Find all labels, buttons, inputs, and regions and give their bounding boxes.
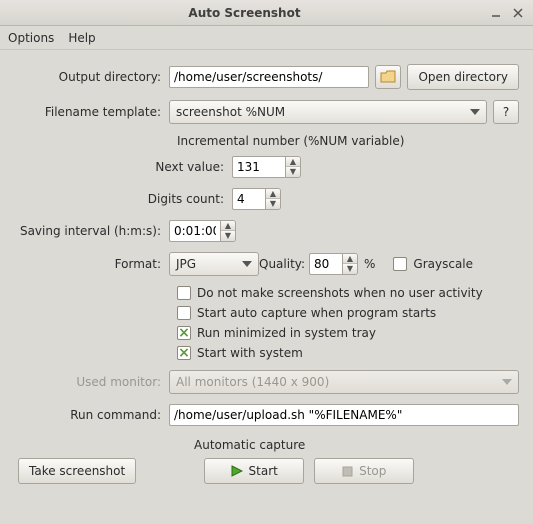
label-incremental: Incremental number (%NUM variable) (177, 134, 519, 148)
start-button[interactable]: Start (204, 458, 304, 484)
spin-down-icon[interactable]: ▼ (343, 264, 357, 274)
spin-up-icon[interactable]: ▲ (266, 189, 280, 199)
close-button[interactable] (509, 5, 527, 21)
chevron-down-icon (502, 379, 512, 385)
next-value-spinner[interactable]: ▲▼ (232, 156, 301, 178)
label-used-monitor: Used monitor: (14, 375, 169, 389)
titlebar: Auto Screenshot (0, 0, 533, 26)
chevron-down-icon (470, 109, 480, 115)
auto-start-checkbox[interactable] (177, 306, 191, 320)
label-next-value: Next value: (14, 160, 232, 174)
label-start-system: Start with system (197, 346, 303, 360)
browse-button[interactable] (375, 65, 401, 89)
label-minimized-tray: Run minimized in system tray (197, 326, 376, 340)
minimize-button[interactable] (487, 5, 505, 21)
label-auto-start: Start auto capture when program starts (197, 306, 436, 320)
used-monitor-combo: All monitors (1440 x 900) (169, 370, 519, 394)
folder-icon (380, 70, 396, 84)
grayscale-checkbox[interactable] (393, 257, 407, 271)
stop-icon (342, 466, 353, 477)
spin-down-icon[interactable]: ▼ (221, 231, 235, 241)
stop-button: Stop (314, 458, 414, 484)
spin-up-icon[interactable]: ▲ (343, 254, 357, 264)
window-title: Auto Screenshot (6, 6, 483, 20)
chevron-down-icon (242, 261, 252, 267)
label-output-dir: Output directory: (14, 70, 169, 84)
format-combo[interactable]: JPG (169, 252, 259, 276)
template-help-button[interactable]: ? (493, 100, 519, 124)
label-digits-count: Digits count: (14, 192, 232, 206)
menu-options[interactable]: Options (8, 31, 54, 45)
run-command-input[interactable] (169, 404, 519, 426)
label-filename-template: Filename template: (14, 105, 169, 119)
digits-count-spinner[interactable]: ▲▼ (232, 188, 281, 210)
spin-down-icon[interactable]: ▼ (266, 199, 280, 209)
label-run-command: Run command: (14, 408, 169, 422)
output-dir-input[interactable] (169, 66, 369, 88)
play-icon (231, 465, 243, 477)
no-activity-checkbox[interactable] (177, 286, 191, 300)
menubar: Options Help (0, 26, 533, 50)
saving-interval-spinner[interactable]: ▲▼ (169, 220, 236, 242)
label-format: Format: (14, 257, 169, 271)
label-no-activity: Do not make screenshots when no user act… (197, 286, 483, 300)
minimized-tray-checkbox[interactable] (177, 326, 191, 340)
label-saving-interval: Saving interval (h:m:s): (14, 224, 169, 238)
label-auto-capture: Automatic capture (194, 438, 519, 452)
spin-up-icon[interactable]: ▲ (221, 221, 235, 231)
spin-up-icon[interactable]: ▲ (286, 157, 300, 167)
open-directory-button[interactable]: Open directory (407, 64, 519, 90)
menu-help[interactable]: Help (68, 31, 95, 45)
quality-spinner[interactable]: ▲▼ (309, 253, 358, 275)
label-grayscale: Grayscale (413, 257, 473, 271)
label-quality: Quality: (259, 257, 309, 271)
filename-template-combo[interactable]: screenshot %NUM (169, 100, 487, 124)
take-screenshot-button[interactable]: Take screenshot (18, 458, 136, 484)
label-percent: % (364, 257, 375, 271)
spin-down-icon[interactable]: ▼ (286, 167, 300, 177)
start-system-checkbox[interactable] (177, 346, 191, 360)
